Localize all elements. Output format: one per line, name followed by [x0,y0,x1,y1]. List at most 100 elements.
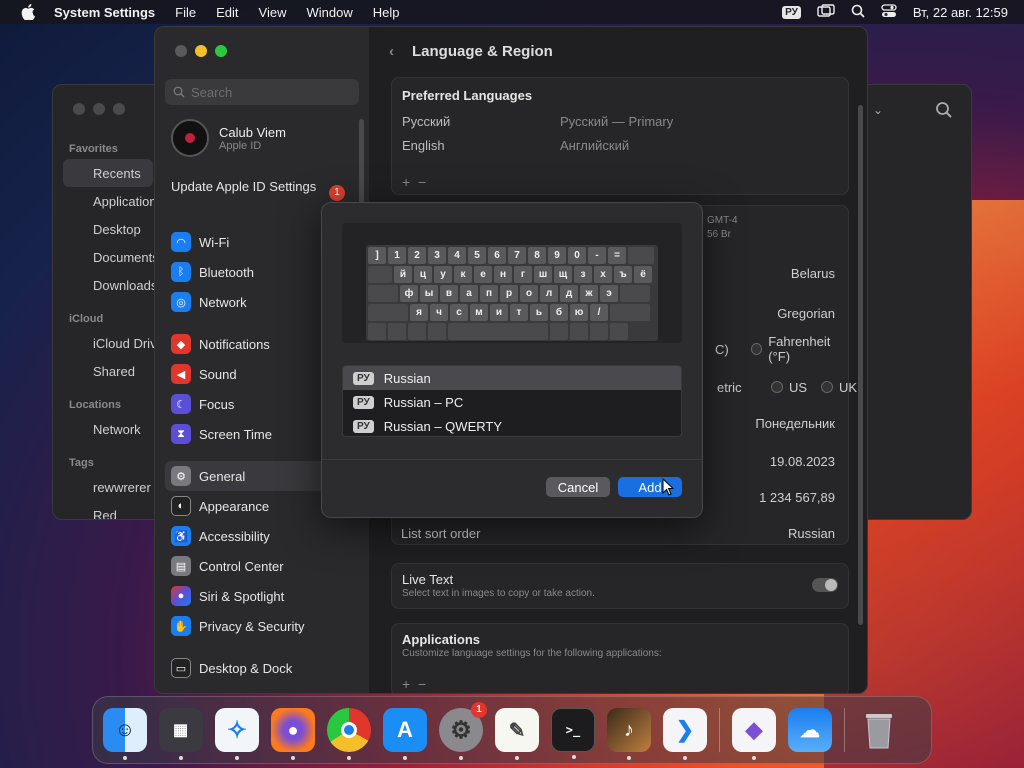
input-source-list[interactable]: РУ Russian РУ Russian – PC РУ Russian – QWE… [342,365,682,437]
chevron-down-icon[interactable]: ⌄ [873,103,883,117]
terminal-icon[interactable]: >_ [551,708,595,759]
content-scrollbar[interactable] [858,105,863,625]
finder-icon[interactable]: ☺ [103,708,147,760]
list-sort-order-row[interactable]: List sort order Russian [391,517,849,549]
menubar-clock[interactable]: Вт, 22 авг. 12:59 [913,5,1008,20]
window-switcher-icon[interactable] [817,3,835,21]
app-name-menu[interactable]: System Settings [54,5,155,20]
number-format-value[interactable]: 1 234 567,89 [759,490,835,505]
chrome-icon[interactable] [327,708,371,760]
apple-id-account[interactable]: Calub Viem Apple ID [171,119,286,157]
add-remove-app-buttons[interactable]: + − [402,676,426,692]
file-menu[interactable]: File [175,5,196,20]
finder-item-recents[interactable]: Recents [63,159,153,187]
radio-icon [751,343,763,355]
visual-studio-icon[interactable]: ◆ [732,708,776,760]
date-format-value[interactable]: 19.08.2023 [770,454,835,469]
vscode-icon[interactable]: ❯ [663,708,707,760]
back-chevron-icon[interactable]: ‹ [389,43,394,60]
minimize-button[interactable] [93,103,105,115]
account-subtitle: Apple ID [219,139,262,152]
keyboard-key: а [460,285,478,302]
system-settings-icon[interactable]: ⚙ 1 [439,702,487,760]
app-store-icon[interactable]: A [383,708,427,760]
us-radio[interactable]: US [771,380,807,395]
settings-search-field[interactable]: Search [165,79,359,105]
hourglass-icon: ⧗ [171,424,191,444]
calendar-value[interactable]: Gregorian [777,306,835,321]
first-day-value[interactable]: Понедельник [755,416,835,431]
keyboard-key: к [454,266,472,283]
search-icon[interactable] [935,101,953,124]
input-source-menu[interactable]: РУ [782,5,801,19]
sidebar-item-siri-spotlight[interactable]: ● Siri & Spotlight [155,581,369,611]
keyboard-key: ы [420,285,438,302]
list-sort-value[interactable]: Russian [788,526,835,541]
finder-item-documents[interactable]: Documents [53,243,163,271]
finder-item-applications[interactable]: Applications [53,187,163,215]
sidebar-item-label: Accessibility [199,528,270,544]
list-item[interactable]: РУ Russian – QWERTY [343,414,681,436]
sidebar-item-accessibility[interactable]: ♿ Accessibility [155,521,369,551]
icloud-heading: iCloud [69,313,104,325]
window-menu[interactable]: Window [306,5,352,20]
search-icon [173,86,185,98]
live-text-toggle[interactable] [812,578,838,592]
metric-partial: etric [717,379,742,395]
uk-radio[interactable]: UK [821,380,857,395]
minimize-button[interactable] [195,45,207,57]
trash-icon[interactable] [857,708,901,752]
keyboard-row: фывапролджэ [368,285,656,302]
zoom-button[interactable] [215,45,227,57]
close-button[interactable] [175,45,187,57]
keyboard-key: ь [530,304,548,321]
instruments-icon[interactable]: ♪ [607,708,651,760]
finder-item-downloads[interactable]: Downloads [53,271,163,299]
keyboard-key: ц [414,266,432,283]
safari-icon[interactable]: ✧ [215,708,259,760]
textedit-icon[interactable]: ✎ [495,708,539,760]
control-center-icon[interactable] [881,3,897,21]
update-apple-id-settings[interactable]: Update Apple ID Settings 1 [171,179,361,201]
zoom-button[interactable] [113,103,125,115]
sidebar-item-control-center[interactable]: ▤ Control Center [155,551,369,581]
account-name: Calub Viem [219,124,286,140]
keyboard-row: йцукенгшщзхъё [368,266,656,283]
sidebar-item-privacy-security[interactable]: ✋ Privacy & Security [155,611,369,641]
finder-item-desktop[interactable]: Desktop [53,215,163,243]
region-value[interactable]: Belarus [791,266,835,281]
cancel-button[interactable]: Cancel [546,477,610,497]
weather-icon[interactable]: ☁ [788,708,832,752]
list-item[interactable]: РУ Russian – PC [343,390,681,414]
finder-item-network[interactable]: Network [53,415,163,443]
add-remove-language-buttons[interactable]: + − [402,174,426,190]
finder-item-shared[interactable]: Shared [53,357,163,385]
fahrenheit-radio[interactable]: Fahrenheit (°F) [751,334,849,364]
finder-item-icloud-drive[interactable]: iCloud Drive [53,329,164,357]
firefox-icon[interactable]: ● [271,708,315,760]
keyboard-layout-preview: ] 1 2 3 4 5 6 7 8 9 0- = й ц у к е н г ш щ з х ъ ё ф ы в а п р о л д ж э я ч с… [366,245,658,341]
finder-tag-item[interactable]: rewwrerer [53,473,163,501]
keyboard-key: 9 [548,247,566,264]
keyboard-key: т [510,304,528,321]
keyboard-key: с [450,304,468,321]
add-input-source-dialog[interactable]: ] 1 2 3 4 5 6 7 8 9 0- = й ц у к е н г ш щ з х ъ ё ф ы в а п р о л д ж э я ч с… [321,202,703,518]
update-label: Update Apple ID Settings [171,179,317,194]
running-indicator [459,756,463,760]
keyboard-key-blank [550,323,568,340]
uk-label: UK [839,379,858,395]
avatar [171,119,209,157]
apple-menu-icon[interactable] [18,2,38,22]
close-button[interactable] [73,103,85,115]
edit-menu[interactable]: Edit [216,5,238,20]
spotlight-search-icon[interactable] [851,4,865,21]
help-menu[interactable]: Help [373,5,400,20]
language-row[interactable]: Русский Русский — Primary [392,109,848,133]
sidebar-item-desktop-dock[interactable]: ▭ Desktop & Dock [155,653,369,683]
language-row[interactable]: English Английский [392,133,848,157]
keyboard-key: б [550,304,568,321]
finder-tag-red[interactable]: Red [53,501,163,520]
view-menu[interactable]: View [259,5,287,20]
list-item[interactable]: РУ Russian [343,366,681,390]
launchpad-icon[interactable]: ▦ [159,708,203,760]
